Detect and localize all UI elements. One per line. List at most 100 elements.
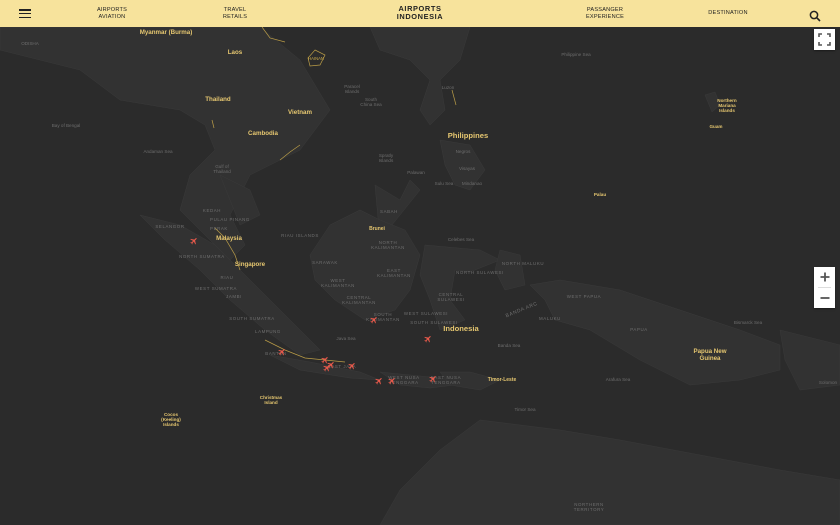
- sea-label: Spratly Islands: [379, 153, 394, 163]
- region-label: SOUTH SUMATRA: [229, 316, 275, 321]
- region-label-line: KALIMANTAN: [371, 245, 405, 250]
- sea-label: Solomon: [818, 380, 838, 385]
- airport-marker-balikpapan[interactable]: [370, 312, 379, 324]
- airport-marker-makassar[interactable]: [424, 331, 433, 343]
- region-label-line: KALIMANTAN: [377, 273, 411, 278]
- sea-label: Negros: [455, 149, 471, 154]
- place-label-line: Guinea: [699, 354, 721, 362]
- map-canvas[interactable]: Myanmar (Burma) Laos Thailand Vietnam Ca…: [0, 27, 840, 525]
- nav-label: TRAVEL: [223, 7, 247, 13]
- place-label: Thailand: [205, 96, 231, 103]
- region-label: WEST PAPUA: [566, 294, 602, 299]
- airport-marker-jakarta[interactable]: [278, 344, 287, 356]
- region-label: WEST SUMATRA: [194, 286, 238, 291]
- zoom-control: [814, 267, 835, 308]
- region-label: PAPUA: [630, 327, 648, 332]
- zoom-out-button[interactable]: [814, 288, 835, 308]
- airport-marker-solo[interactable]: [327, 357, 336, 369]
- logo-line-2: INDONESIA: [396, 12, 444, 21]
- sea-label: HAINAN: [308, 56, 324, 61]
- sea-label-line: Thailand: [213, 169, 231, 174]
- nav-label: RETAILS: [222, 13, 248, 20]
- place-label: Myanmar (Burma): [139, 29, 193, 36]
- region-label: KEDAH: [202, 208, 222, 213]
- region-label-line: KALIMANTAN: [342, 300, 376, 305]
- region-label: PULAU PINANG: [210, 217, 250, 222]
- sea-label: Mindanao: [461, 181, 483, 186]
- sea-label: Philippine Sea: [561, 52, 591, 57]
- region-label-line: TERRITORY: [573, 507, 605, 512]
- region-label: SOUTH SULAWESI: [410, 320, 458, 325]
- sea-label: Java Sea: [336, 336, 356, 341]
- place-label: Indonesia: [443, 324, 479, 333]
- place-label: Guam: [709, 124, 723, 129]
- region-label: NORTH MALUKU: [501, 261, 545, 266]
- airport-marker-kupang[interactable]: [429, 371, 438, 383]
- sea-label: Palawan: [407, 170, 425, 175]
- nav-airports-aviation[interactable]: AIRPORTS AVIATION: [90, 7, 134, 20]
- place-label: Cocos (Keeling) Islands: [161, 412, 181, 427]
- airplane-icon: [370, 317, 377, 324]
- place-label: Philippines: [447, 131, 489, 140]
- sea-label: Bismarck Sea: [733, 320, 763, 325]
- place-label-line: Islands: [163, 422, 179, 427]
- sea-label: ODISHA: [21, 41, 39, 46]
- region-label: WEST SULAWESI: [403, 311, 449, 316]
- airplane-icon: [278, 349, 285, 356]
- region-label-line: SULAWESI: [437, 297, 465, 302]
- nav-passanger-experience[interactable]: PASSANGER EXPERIENCE: [577, 7, 633, 20]
- airport-marker-lombok[interactable]: [388, 373, 397, 385]
- plus-icon: [820, 272, 829, 282]
- zoom-in-button[interactable]: [814, 267, 835, 287]
- region-label: EAST KALIMANTAN: [377, 268, 411, 278]
- region-label: WEST KALIMANTAN: [321, 278, 355, 288]
- sea-label: Gulf of Thailand: [213, 164, 231, 174]
- place-label: Singapore: [234, 261, 266, 268]
- sea-label: Luzon: [441, 85, 455, 90]
- airplane-icon: [348, 363, 355, 370]
- place-label: Timor-Leste: [487, 377, 517, 383]
- sea-label: Banda Sea: [497, 343, 521, 348]
- nav-destination[interactable]: DESTINATION: [700, 10, 756, 17]
- airplane-icon: [424, 336, 431, 343]
- search-icon[interactable]: [809, 9, 821, 22]
- header-bar: AIRPORTS AVIATION TRAVEL RETAILS AIRPORT…: [0, 0, 840, 27]
- region-label-line: KALIMANTAN: [321, 283, 355, 288]
- region-label: JAMBI: [226, 294, 242, 299]
- sea-label: Bay of Bengal: [51, 123, 81, 128]
- airplane-icon: [388, 378, 395, 385]
- sea-label: Celebes Sea: [447, 237, 475, 242]
- place-label: Cambodia: [248, 130, 278, 137]
- airplane-icon: [327, 362, 334, 369]
- airplane-icon: [190, 238, 197, 245]
- place-label-line: Island: [264, 400, 278, 405]
- region-label: MALUKU: [539, 316, 561, 321]
- sea-label: Paracel Islands: [344, 84, 360, 94]
- nav-travel-retails[interactable]: TRAVEL RETAILS: [213, 7, 257, 20]
- hamburger-icon[interactable]: [19, 9, 31, 19]
- airport-marker-bali[interactable]: [375, 373, 384, 385]
- map-land: [0, 27, 840, 525]
- region-label: NORTHERN TERRITORY: [574, 502, 605, 512]
- place-label: Papua New Guinea: [693, 348, 726, 362]
- sea-label-line: China Sea: [360, 102, 382, 107]
- nav-label: PASSANGER: [586, 7, 624, 13]
- sea-label: Visayas: [458, 166, 476, 171]
- sea-label: Andaman Sea: [143, 149, 173, 154]
- airport-marker-medan[interactable]: [190, 233, 199, 245]
- region-label: SARAWAK: [312, 260, 338, 265]
- region-label: PERAK: [210, 226, 228, 231]
- sea-label: Sulu Sea: [434, 181, 454, 186]
- site-logo[interactable]: AIRPORTS INDONESIA: [394, 5, 446, 21]
- region-label: RIAU: [220, 275, 234, 280]
- nav-label: DESTINATION: [708, 10, 748, 16]
- region-label: LAMPUNG: [255, 329, 281, 334]
- region-label: NORTH SUMATRA: [179, 254, 225, 259]
- nav-label: EXPERIENCE: [585, 13, 625, 20]
- airport-marker-surabaya[interactable]: [348, 358, 357, 370]
- fullscreen-button[interactable]: [814, 29, 835, 50]
- place-label: Malaysia: [216, 235, 242, 242]
- place-label: Vietnam: [288, 109, 312, 116]
- sea-label: Timor Sea: [514, 407, 536, 412]
- region-label: CENTRAL SULAWESI: [437, 292, 464, 302]
